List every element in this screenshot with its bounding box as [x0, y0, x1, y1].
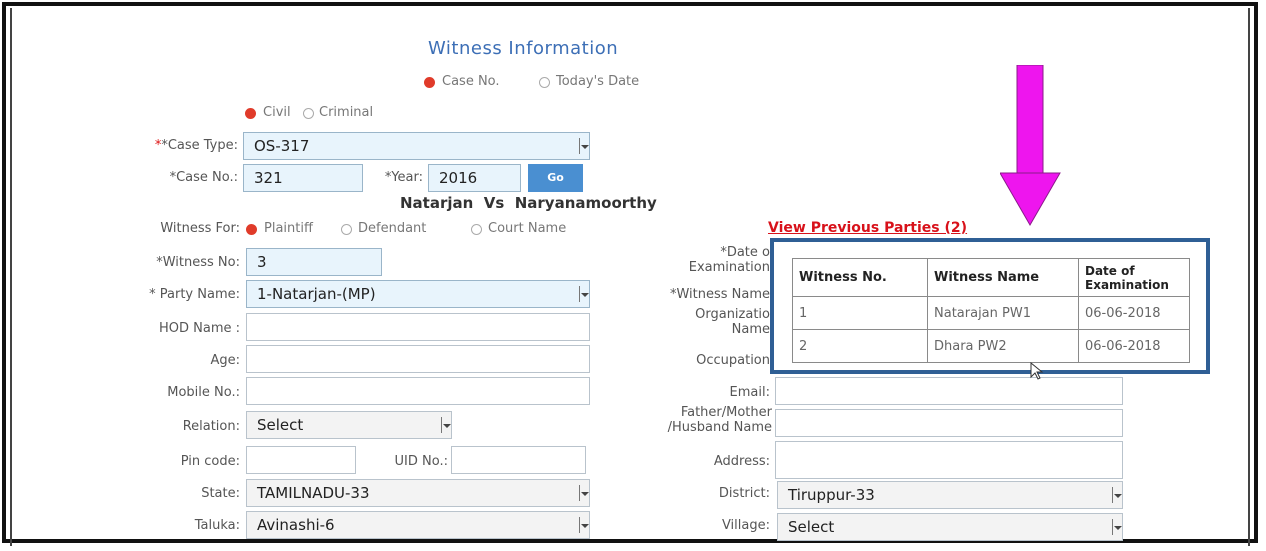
chevron-down-icon [1112, 519, 1122, 535]
relation-value: Select [257, 416, 304, 434]
party-name-value: 1-Natarjan-(MP) [257, 285, 376, 303]
email-input[interactable] [775, 377, 1123, 405]
radio-criminal-label: Criminal [319, 105, 374, 120]
case-type-value: OS-317 [254, 137, 310, 155]
view-previous-parties-link[interactable]: View Previous Parties (2) [768, 220, 967, 236]
chevron-down-icon [579, 517, 589, 533]
radio-case-no[interactable] [424, 77, 435, 88]
chevron-down-icon [579, 485, 589, 501]
header-date-of-examination: Date of Examination [1078, 258, 1190, 297]
father-mother-input[interactable] [775, 409, 1123, 437]
table-row[interactable]: 1 Natarajan PW1 06-06-2018 [792, 296, 1190, 330]
date-of-exam-label-2: Examination [688, 260, 770, 275]
previous-parties-popup: Witness No. Witness Name Date of Examina… [770, 238, 1210, 374]
cell-date: 06-06-2018 [1078, 296, 1190, 330]
case-type-label-text: *Case Type: [161, 138, 238, 153]
mobile-input[interactable] [246, 377, 590, 405]
case-no-input[interactable]: 321 [243, 164, 363, 192]
table-row[interactable]: 2 Dhara PW2 06-06-2018 [792, 329, 1190, 363]
mobile-label: Mobile No.: [167, 385, 240, 400]
radio-civil[interactable] [245, 108, 256, 119]
district-value: Tiruppur-33 [788, 486, 875, 504]
village-label: Village: [721, 518, 770, 533]
state-value: TAMILNADU-33 [257, 484, 370, 502]
chevron-down-icon [1112, 487, 1122, 503]
chevron-down-icon [441, 417, 451, 433]
header-witness-no: Witness No. [792, 258, 928, 297]
page-title: Witness Information [428, 38, 619, 59]
radio-civil-label: Civil [263, 105, 291, 120]
year-label: *Year: [384, 170, 423, 185]
organization-label-1: Organizatio [695, 307, 770, 322]
radio-defendant[interactable] [341, 224, 352, 235]
hod-name-label: HOD Name : [158, 321, 240, 336]
case-no-label: *Case No.: [169, 170, 238, 185]
chevron-down-icon [579, 138, 589, 154]
witness-name-label: *Witness Name [669, 287, 770, 302]
radio-todays-date[interactable] [539, 77, 550, 88]
cell-witness-no: 2 [792, 329, 928, 363]
relation-label: Relation: [182, 419, 240, 434]
age-input[interactable] [246, 345, 590, 373]
address-input[interactable] [775, 441, 1123, 479]
radio-todays-date-label: Today's Date [556, 74, 640, 89]
radio-plaintiff[interactable] [246, 224, 257, 235]
radio-court-name[interactable] [471, 224, 482, 235]
district-label: District: [718, 486, 770, 501]
father-mother-label-2: /Husband Name [667, 420, 772, 435]
village-value: Select [788, 518, 835, 536]
email-label: Email: [729, 385, 770, 400]
case-type-label: **Case Type: [154, 138, 238, 153]
cell-date: 06-06-2018 [1078, 329, 1190, 363]
chevron-down-icon [579, 286, 589, 302]
date-of-exam-label-1: *Date o [720, 245, 770, 260]
occupation-label: Occupation [696, 353, 770, 368]
header-witness-name: Witness Name [927, 258, 1079, 297]
radio-court-name-label: Court Name [488, 221, 567, 236]
state-select[interactable]: TAMILNADU-33 [246, 479, 590, 507]
case-type-select[interactable]: OS-317 [243, 132, 590, 160]
party-name-select[interactable]: 1-Natarjan-(MP) [246, 280, 590, 308]
pin-code-input[interactable] [246, 446, 356, 474]
taluka-select[interactable]: Avinashi-6 [246, 511, 590, 539]
cell-witness-name: Natarajan PW1 [927, 296, 1079, 330]
village-select[interactable]: Select [777, 513, 1123, 541]
taluka-label: Taluka: [194, 518, 240, 533]
arrow-down-icon [1000, 65, 1061, 227]
witness-for-label: Witness For: [160, 221, 240, 236]
cell-witness-no: 1 [792, 296, 928, 330]
previous-parties-table: Witness No. Witness Name Date of Examina… [792, 258, 1190, 363]
parties-title: Natarjan Vs Naryanamoorthy [400, 194, 657, 212]
address-label: Address: [713, 454, 770, 469]
radio-plaintiff-label: Plaintiff [264, 221, 313, 236]
mouse-cursor-icon [1030, 362, 1044, 380]
hod-name-input[interactable] [246, 313, 590, 341]
radio-defendant-label: Defendant [358, 221, 427, 236]
radio-case-no-label: Case No. [442, 74, 500, 89]
witness-no-input[interactable]: 3 [246, 248, 382, 276]
witness-no-label: *Witness No: [156, 255, 240, 270]
radio-criminal[interactable] [303, 108, 314, 119]
cell-witness-name: Dhara PW2 [927, 329, 1079, 363]
relation-select[interactable]: Select [246, 411, 452, 439]
taluka-value: Avinashi-6 [257, 516, 335, 534]
uid-input[interactable] [451, 446, 586, 474]
organization-label-2: Name [731, 322, 770, 337]
year-input[interactable]: 2016 [428, 164, 521, 192]
party-name-label: * Party Name: [149, 287, 240, 302]
district-select[interactable]: Tiruppur-33 [777, 481, 1123, 509]
table-header-row: Witness No. Witness Name Date of Examina… [792, 258, 1190, 297]
father-mother-label-1: Father/Mother [680, 405, 772, 420]
age-label: Age: [210, 353, 240, 368]
state-label: State: [201, 486, 240, 501]
uid-label: UID No.: [394, 454, 448, 469]
pin-code-label: Pin code: [180, 454, 240, 469]
go-button[interactable]: Go [528, 164, 583, 192]
